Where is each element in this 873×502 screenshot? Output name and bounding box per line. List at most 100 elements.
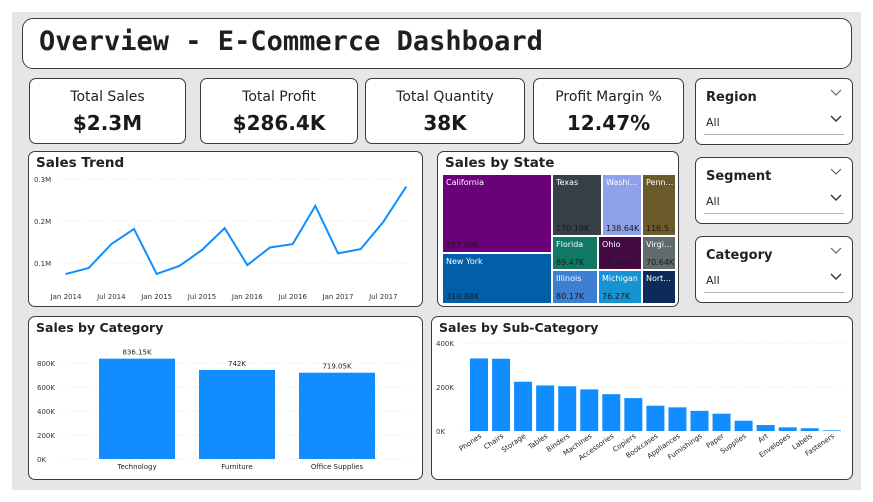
- title-card: Overview - E-Commerce Dashboard: [22, 18, 852, 69]
- chevron-down-icon[interactable]: [830, 247, 842, 255]
- treemap-cell-label: Washi...: [606, 178, 638, 187]
- treemap-cell-value: 310.88K: [446, 292, 480, 301]
- treemap-cell-label: Penn...: [646, 178, 674, 187]
- region-slicer[interactable]: Region All: [695, 78, 853, 145]
- slicer-value[interactable]: All: [706, 116, 720, 129]
- slicer-label: Category: [706, 248, 773, 263]
- y-tick-label: 200K: [37, 432, 55, 440]
- trend-point: [178, 265, 181, 267]
- treemap-cell-label: Ohio: [602, 240, 621, 249]
- x-tick-label: Furniture: [221, 463, 252, 471]
- treemap-cell-value: 70.64K: [646, 258, 675, 267]
- subcategory-bar: [822, 430, 841, 431]
- category-bar: [299, 372, 375, 459]
- category-bar: [99, 358, 175, 459]
- x-tick-label: Jan 2017: [322, 293, 354, 301]
- treemap-cell[interactable]: Virgi... 70.64K: [643, 237, 675, 269]
- treemap-cell[interactable]: Nort...: [643, 271, 675, 303]
- trend-point: [223, 227, 226, 229]
- subcategory-bar: [668, 407, 687, 431]
- treemap-cell[interactable]: Texas 170.19K: [553, 175, 601, 235]
- treemap-cell[interactable]: New York 310.88K: [443, 254, 551, 303]
- treemap-cell[interactable]: Florida 89.47K: [553, 237, 597, 269]
- treemap-cell[interactable]: Penn... 116.5...: [643, 175, 675, 235]
- x-tick-label: Jul 2016: [277, 293, 307, 301]
- segment-slicer[interactable]: Segment All: [695, 157, 853, 224]
- kpi-value: 38K: [423, 111, 467, 135]
- slicer-value[interactable]: All: [706, 274, 720, 287]
- trend-point: [269, 246, 271, 249]
- x-tick-label: Jan 2014: [50, 293, 82, 301]
- chevron-down-icon[interactable]: [830, 89, 842, 97]
- subcategory-bar: [690, 410, 709, 431]
- subcategory-bar: [536, 385, 555, 431]
- slicer-value[interactable]: All: [706, 195, 720, 208]
- x-tick-label: Jul 2014: [96, 293, 126, 301]
- kpi-label: Total Quantity: [396, 89, 494, 105]
- subcategory-bar: [800, 428, 819, 431]
- x-tick-label: Storage: [500, 432, 527, 454]
- chevron-down-icon[interactable]: [830, 194, 842, 202]
- subcategory-bar: [470, 358, 488, 431]
- treemap-cell[interactable]: Illinois 80.17K: [553, 271, 597, 303]
- treemap-cell-label: Texas: [556, 178, 579, 187]
- kpi-value: 12.47%: [566, 111, 651, 135]
- y-tick-label: 0.3M: [34, 176, 51, 184]
- subcategory-bar: [712, 413, 731, 431]
- subcategory-bar: [756, 425, 775, 431]
- panel-title: Sales by State: [445, 155, 555, 171]
- treemap-cell-label: California: [446, 178, 484, 187]
- x-tick-label: Jul 2015: [187, 293, 217, 301]
- chevron-down-icon[interactable]: [830, 273, 842, 281]
- x-tick-label: Phones: [458, 432, 484, 453]
- y-tick-label: 0.1M: [34, 260, 51, 268]
- sales-by-category-chart[interactable]: 0K 200K 400K 600K 800K 836.15K Technology 742K F…: [29, 317, 421, 478]
- slicer-divider: [704, 292, 844, 293]
- treemap-cell-label: Michigan: [602, 274, 638, 283]
- sales-by-category-panel[interactable]: Sales by Category 0K 200K 400K 600K 800K 836.…: [28, 316, 423, 480]
- kpi-label: Total Profit: [242, 89, 316, 105]
- sales-by-subcategory-chart[interactable]: 0K200K400KPhones ChairsStorage TablesBinde…: [432, 317, 851, 478]
- sales-trend-panel[interactable]: Sales Trend 0.1M 0.2M 0.3M Jan 2014 Jul 2014…: [28, 151, 423, 307]
- treemap-cell[interactable]: California 457.69K: [443, 175, 551, 252]
- trend-point: [405, 186, 407, 188]
- sales-by-state-panel[interactable]: Sales by State California 457.69K New York…: [437, 151, 679, 307]
- kpi-label: Total Sales: [70, 89, 145, 105]
- trend-point: [291, 243, 294, 245]
- category-slicer[interactable]: Category All: [695, 236, 853, 303]
- slicer-label: Region: [706, 90, 757, 105]
- sales-by-state-treemap[interactable]: California 457.69K New York 310.88K Texas 170…: [443, 175, 675, 303]
- trend-point: [246, 264, 249, 266]
- y-tick-label: 0.2M: [34, 218, 51, 226]
- chevron-down-icon[interactable]: [830, 115, 842, 123]
- treemap-cell-value: 116.5...: [646, 224, 675, 233]
- category-bar: [199, 369, 275, 459]
- x-tick-label: Jan 2015: [140, 293, 172, 301]
- x-tick-label: Art: [757, 432, 770, 445]
- treemap-cell[interactable]: Michigan 76.27K: [599, 271, 641, 303]
- chevron-down-icon[interactable]: [830, 168, 842, 176]
- subcategory-bar: [646, 405, 665, 431]
- subcategory-bar: [624, 398, 643, 431]
- sales-trend-chart[interactable]: 0.1M 0.2M 0.3M Jan 2014 Jul 2014 Jan 2015 Jul …: [29, 152, 421, 305]
- subcategory-bar: [734, 420, 753, 431]
- y-tick-label: 600K: [37, 384, 55, 392]
- trend-point: [201, 249, 203, 251]
- trend-point: [133, 228, 135, 230]
- kpi-value: $2.3M: [72, 111, 143, 135]
- treemap-cell-value: 80.17K: [556, 292, 585, 301]
- subcategory-bar: [558, 386, 577, 431]
- trend-point: [359, 248, 362, 250]
- x-tick-label: Jan 2016: [231, 293, 263, 301]
- trend-point: [337, 252, 339, 255]
- treemap-cell[interactable]: Ohio 78.26K: [599, 237, 641, 269]
- x-tick-label: Technology: [116, 463, 156, 471]
- trend-point: [110, 243, 113, 245]
- kpi-total-quantity: Total Quantity 38K: [365, 78, 525, 144]
- treemap-cell[interactable]: Washi... 138.64K: [603, 175, 641, 235]
- treemap-cell-label: Florida: [556, 240, 584, 249]
- treemap-cell-label: Nort...: [646, 274, 671, 283]
- sales-by-subcategory-panel[interactable]: Sales by Sub-Category 0K 200K 400K Phones Ch…: [431, 316, 853, 480]
- kpi-total-profit: Total Profit $286.4K: [200, 78, 358, 144]
- subcategory-bar: [580, 389, 599, 431]
